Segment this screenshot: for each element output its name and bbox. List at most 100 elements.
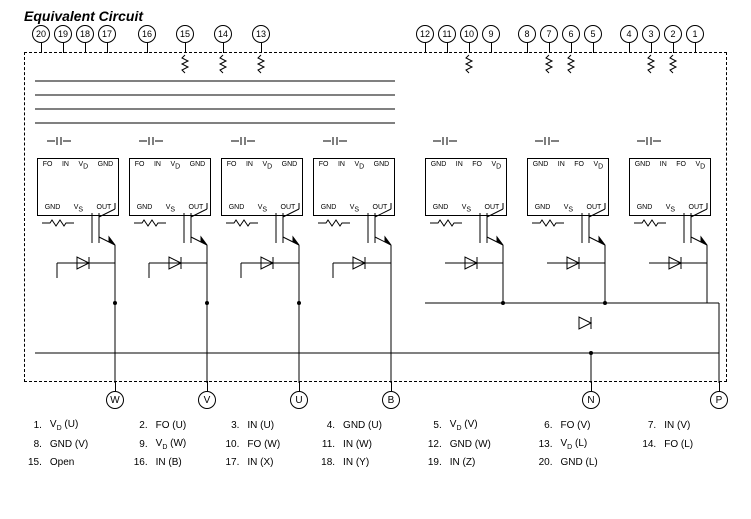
pin-20: 20 [32, 25, 50, 43]
legend-num: 15. [24, 454, 46, 471]
pin-1: 1 [686, 25, 704, 43]
legend-val: IN (U) [243, 416, 317, 435]
legend-num: 17. [222, 454, 244, 471]
pin-lead [593, 43, 594, 53]
legend-num: 20. [535, 454, 557, 471]
legend-val: IN (Z) [446, 454, 535, 471]
pin-lead [673, 43, 674, 53]
pin-13: 13 [252, 25, 270, 43]
pin-11: 11 [438, 25, 456, 43]
legend-val: FO (W) [243, 435, 317, 454]
pin-9: 9 [482, 25, 500, 43]
legend-num: 6. [535, 416, 557, 435]
pin-4: 4 [620, 25, 638, 43]
pullup-resistor [669, 55, 677, 75]
pin-lead [651, 43, 652, 53]
pin-V: V [198, 391, 216, 409]
legend-val: Open [46, 454, 130, 471]
pin-lead [591, 381, 592, 391]
pin-lead [63, 43, 64, 53]
legend-val: VD (W) [152, 435, 222, 454]
legend-val: GND (U) [339, 416, 424, 435]
legend-num: 14. [638, 435, 660, 454]
pullup-resistor [465, 55, 473, 75]
pin-3: 3 [642, 25, 660, 43]
pin-lead [469, 43, 470, 53]
legend-val: GND (L) [557, 454, 639, 471]
legend-num: 16. [130, 454, 152, 471]
pin-7: 7 [540, 25, 558, 43]
legend-val: VD (V) [446, 416, 535, 435]
pin-legend: 1.VD (U) 2.FO (U) 3.IN (U) 4.GND (U) 5.V… [24, 416, 727, 471]
legend-num: 19. [424, 454, 446, 471]
legend-val: IN (Y) [339, 454, 424, 471]
pin-lead [299, 381, 300, 391]
pin-lead [85, 43, 86, 53]
pin-lead [695, 43, 696, 53]
pin-lead [223, 43, 224, 53]
legend-num: 18. [317, 454, 339, 471]
pin-lead [527, 43, 528, 53]
pin-lead [425, 43, 426, 53]
pin-lead [107, 43, 108, 53]
legend-val: IN (X) [243, 454, 317, 471]
pin-W: W [106, 391, 124, 409]
pin-10: 10 [460, 25, 478, 43]
legend-val: VD (L) [557, 435, 639, 454]
pin-lead [629, 43, 630, 53]
legend-num: 10. [222, 435, 244, 454]
circuit-boundary: // placeholder for pin rendering done af… [24, 52, 727, 382]
legend-val: FO (L) [660, 435, 727, 454]
legend-num: 1. [24, 416, 46, 435]
pin-15: 15 [176, 25, 194, 43]
pullup-resistor [647, 55, 655, 75]
pullup-resistor [567, 55, 575, 75]
legend-val: IN (V) [660, 416, 727, 435]
pin-8: 8 [518, 25, 536, 43]
legend-num: 5. [424, 416, 446, 435]
pin-lead [115, 381, 116, 391]
legend-val: FO (U) [152, 416, 222, 435]
legend-num: 13. [535, 435, 557, 454]
pin-lead [719, 381, 720, 391]
pin-B: B [382, 391, 400, 409]
pin-P: P [710, 391, 728, 409]
schematic-wiring [25, 53, 725, 383]
legend-num: 12. [424, 435, 446, 454]
pin-lead [549, 43, 550, 53]
pin-lead [185, 43, 186, 53]
pin-16: 16 [138, 25, 156, 43]
pin-6: 6 [562, 25, 580, 43]
legend-num: 9. [130, 435, 152, 454]
pin-19: 19 [54, 25, 72, 43]
pin-17: 17 [98, 25, 116, 43]
legend-num: 4. [317, 416, 339, 435]
pin-lead [147, 43, 148, 53]
legend-val: IN (B) [152, 454, 222, 471]
pin-lead [491, 43, 492, 53]
pin-14: 14 [214, 25, 232, 43]
pin-lead [571, 43, 572, 53]
legend-val: FO (V) [557, 416, 639, 435]
pullup-resistor [257, 55, 265, 75]
legend-val: GND (V) [46, 435, 130, 454]
pin-N: N [582, 391, 600, 409]
pullup-resistor [219, 55, 227, 75]
legend-val: IN (W) [339, 435, 424, 454]
legend-num: 3. [222, 416, 244, 435]
legend-val: GND (W) [446, 435, 535, 454]
legend-num: 8. [24, 435, 46, 454]
pin-lead [41, 43, 42, 53]
pin-lead [261, 43, 262, 53]
pullup-resistor [181, 55, 189, 75]
pin-18: 18 [76, 25, 94, 43]
pin-U: U [290, 391, 308, 409]
legend-num: 11. [317, 435, 339, 454]
pullup-resistor [545, 55, 553, 75]
pin-lead [447, 43, 448, 53]
page-title: Equivalent Circuit [24, 8, 727, 24]
pin-lead [207, 381, 208, 391]
pin-12: 12 [416, 25, 434, 43]
legend-num: 2. [130, 416, 152, 435]
legend-num: 7. [638, 416, 660, 435]
